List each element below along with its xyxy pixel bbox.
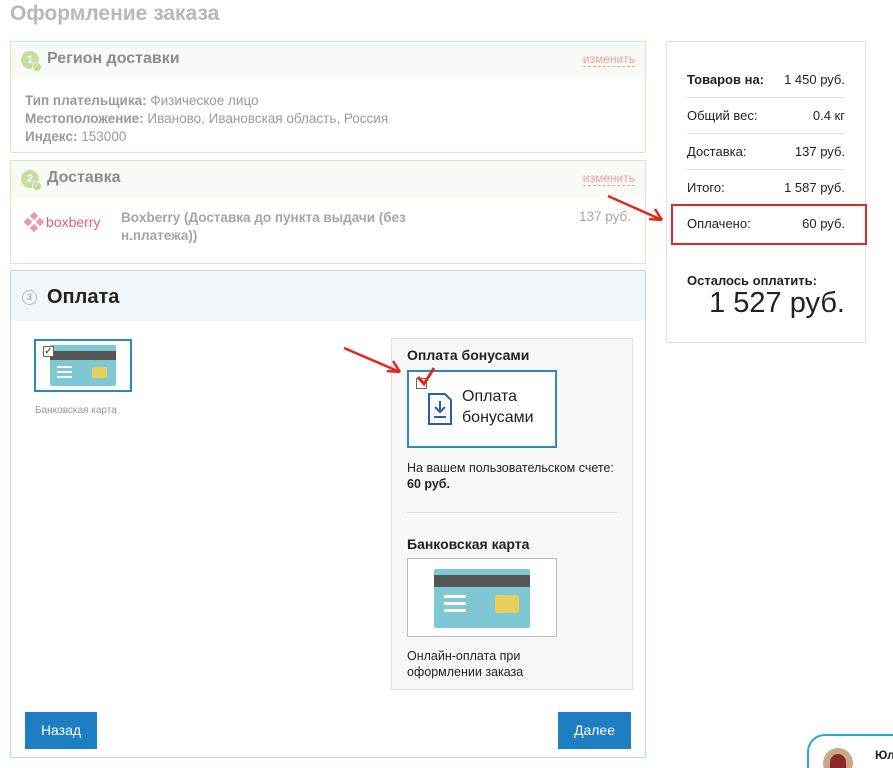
total-label: Итого:: [687, 180, 725, 195]
boxberry-logo-icon: [23, 211, 45, 233]
back-button[interactable]: Назад: [25, 712, 97, 749]
index-value: 153000: [77, 129, 127, 144]
divider: [687, 97, 845, 98]
summary-goods-row: Товаров на: 1 450 руб.: [687, 72, 845, 108]
index-row: Индекс: 153000: [25, 128, 631, 146]
delivery-service-name: Boxberry (Доставка до пункта выдачи (без…: [121, 210, 406, 243]
delivery-value: 137 руб.: [794, 144, 845, 159]
divider: [687, 169, 845, 170]
payment-method-bank-card-tile[interactable]: ✓: [34, 339, 132, 392]
payment-step-title: Оплата: [47, 286, 120, 308]
delivery-change-link[interactable]: изменить: [582, 172, 635, 186]
bonus-balance-value: 60 руб.: [407, 477, 450, 491]
payer-type-label: Тип плательщика:: [25, 93, 147, 108]
document-download-icon: [428, 393, 452, 425]
bank-card-heading: Банковская карта: [407, 536, 530, 552]
summary-delivery-row: Доставка: 137 руб.: [687, 144, 845, 180]
remaining-value: 1 527 руб.: [709, 287, 845, 319]
region-step-header: 1 ✓ Регион доставки изменить: [11, 42, 645, 78]
remaining-label: Осталось оплатить:: [687, 273, 817, 288]
bonus-balance-text: На вашем пользовательском счете: 60 руб.: [407, 460, 627, 492]
goods-label: Товаров на:: [687, 72, 765, 87]
payment-options-panel: Оплата бонусами Оплата бонусами На вашем…: [391, 338, 633, 690]
summary-weight-row: Общий вес: 0.4 кг: [687, 108, 845, 144]
avatar: [823, 748, 853, 768]
paid-highlight-box: [671, 204, 867, 245]
annotation-arrow-icon: [343, 346, 402, 374]
payer-type-row: Тип плательщика: Физическое лицо: [25, 92, 631, 110]
delivery-step-header: 2 ✓ Доставка изменить: [11, 161, 645, 197]
check-icon: ✓: [32, 181, 42, 191]
bank-card-description: Онлайн-оплата при оформлении заказа: [407, 649, 524, 679]
annotation-arrow-icon: [607, 194, 664, 222]
next-button[interactable]: Далее: [558, 712, 631, 749]
boxberry-logo: boxberry: [23, 211, 101, 233]
delivery-step: 2 ✓ Доставка изменить boxberry Boxberry …: [10, 160, 646, 264]
payment-step: 3 Оплата ✓ Банковская карта Оплата бонус…: [10, 270, 646, 758]
weight-value: 0.4 кг: [812, 108, 845, 123]
region-step: 1 ✓ Регион доставки изменить Тип платель…: [10, 41, 646, 153]
bonus-tile-line1: Оплата: [462, 388, 518, 405]
bonus-tile-label: Оплата бонусами: [462, 386, 534, 428]
goods-value: 1 450 руб.: [784, 72, 845, 87]
location-label: Местоположение:: [25, 111, 144, 126]
divider: [687, 133, 845, 134]
bonus-tile-line2: бонусами: [462, 409, 534, 426]
bank-card-checkbox[interactable]: ✓: [43, 346, 54, 357]
bank-card-caption: Банковская карта: [35, 405, 117, 416]
delivery-step-title: Доставка: [47, 169, 121, 186]
bank-card-payment-tile[interactable]: [407, 558, 557, 637]
divider: [407, 512, 617, 513]
order-summary: Товаров на: 1 450 руб. Общий вес: 0.4 кг…: [666, 41, 866, 343]
boxberry-logo-text: boxberry: [46, 214, 101, 230]
bonus-balance-label: На вашем пользовательском счете:: [407, 461, 614, 475]
delivery-details: boxberry Boxberry (Доставка до пункта вы…: [11, 197, 645, 263]
bonus-payment-tile[interactable]: Оплата бонусами: [407, 367, 557, 448]
index-label: Индекс:: [25, 129, 78, 144]
location-row: Местоположение: Иваново, Ивановская обла…: [25, 110, 631, 128]
region-details: Тип плательщика: Физическое лицо Местопо…: [11, 78, 645, 156]
location-value: Иваново, Ивановская область, Россия: [143, 111, 389, 126]
total-value: 1 587 руб.: [784, 180, 845, 195]
weight-label: Общий вес:: [687, 108, 758, 123]
chat-widget[interactable]: Юл: [807, 734, 893, 768]
step-number-badge: 3: [22, 290, 37, 305]
red-checkmark-icon: [416, 367, 436, 387]
region-change-link[interactable]: изменить: [582, 53, 635, 67]
delivery-label: Доставка:: [687, 144, 747, 159]
check-icon: ✓: [32, 62, 42, 72]
payer-type-value: Физическое лицо: [146, 93, 259, 108]
payment-step-header: 3 Оплата: [11, 271, 645, 321]
chat-agent-name: Юл: [875, 748, 893, 762]
bonus-heading: Оплата бонусами: [407, 347, 530, 363]
region-step-title: Регион доставки: [47, 50, 180, 67]
bank-card-icon: [434, 569, 530, 628]
page-title: Оформление заказа: [10, 2, 220, 25]
